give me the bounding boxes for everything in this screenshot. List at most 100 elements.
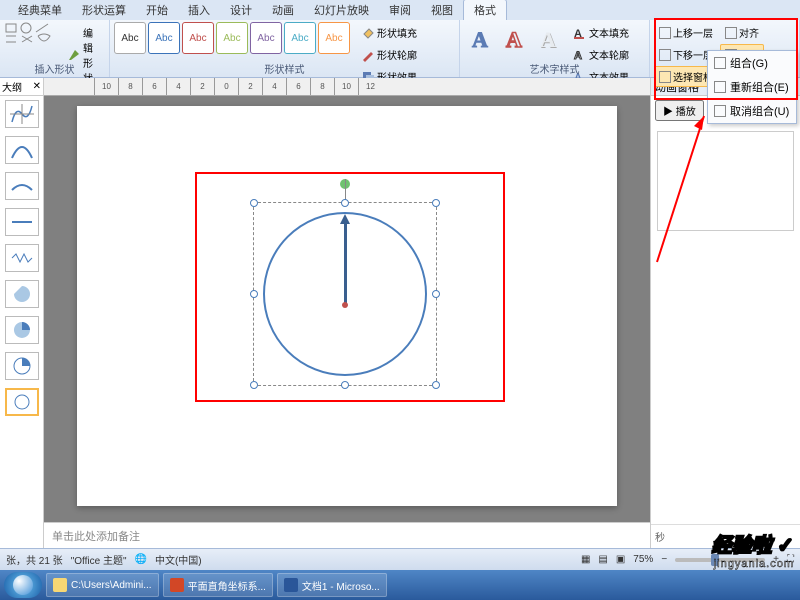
edit-shape-label: 编辑形状 <box>83 25 100 85</box>
menu-group[interactable]: 组合(G) <box>708 51 796 75</box>
shape-style-5[interactable]: Abc <box>250 22 282 54</box>
view-slideshow-icon[interactable]: ▣ <box>616 554 625 565</box>
shape-style-3[interactable]: Abc <box>182 22 214 54</box>
zoom-slider[interactable] <box>675 558 765 562</box>
taskbar-explorer[interactable]: C:\Users\Admini... <box>46 573 159 597</box>
shape-fill-button[interactable]: 形状填充 <box>356 22 422 43</box>
menu-ungroup[interactable]: 取消组合(U) <box>708 99 796 123</box>
tab-view[interactable]: 视图 <box>421 0 463 20</box>
zoom-out-button[interactable]: − <box>661 554 667 565</box>
shape-style-6[interactable]: Abc <box>284 22 316 54</box>
status-theme: "Office 主题" <box>71 552 127 567</box>
anim-mini-slide <box>657 131 794 231</box>
slide-thumb-3[interactable] <box>5 172 39 200</box>
ribbon-tabs: 经典菜单 形状运算 开始 插入 设计 动画 幻灯片放映 审阅 视图 格式 <box>0 0 800 20</box>
arrow-base-dot <box>342 302 348 308</box>
animation-pane: 动画窗格 ✕ ▶ 播放 秒 <box>650 78 800 548</box>
play-label: 播放 <box>676 107 696 118</box>
taskbar-path: C:\Users\Admini... <box>71 580 152 591</box>
shape-style-4[interactable]: Abc <box>216 22 248 54</box>
send-backward-icon <box>659 49 671 61</box>
view-sorter-icon[interactable]: ▤ <box>598 554 607 565</box>
group-dropdown-menu: 组合(G) 重新组合(E) 取消组合(U) <box>707 50 797 124</box>
anim-thumb-area <box>651 125 800 524</box>
align-label: 对齐 <box>739 25 759 40</box>
handle-ne[interactable] <box>432 199 440 207</box>
slide-thumb-7[interactable] <box>5 316 39 344</box>
handle-w[interactable] <box>250 290 258 298</box>
slide-thumb-4[interactable] <box>5 208 39 236</box>
slide-thumb-9[interactable] <box>5 388 39 416</box>
tab-home[interactable]: 开始 <box>136 0 178 20</box>
text-fill-label: 文本填充 <box>589 25 629 40</box>
tab-classic-menu[interactable]: 经典菜单 <box>8 0 72 20</box>
handle-se[interactable] <box>432 381 440 389</box>
pen-icon <box>361 48 375 62</box>
menu-regroup-label: 重新组合(E) <box>730 79 789 95</box>
tab-format[interactable]: 格式 <box>463 0 507 20</box>
text-fill-button[interactable]: A 文本填充 <box>568 22 634 43</box>
align-button[interactable]: 对齐 <box>720 22 764 43</box>
zoom-knob[interactable] <box>711 554 719 566</box>
shapes-gallery-icon[interactable] <box>4 22 60 46</box>
taskbar-app2: 文档1 - Microso... <box>302 578 380 593</box>
handle-sw[interactable] <box>250 381 258 389</box>
group-wordart-styles-label: 艺术字样式 <box>460 61 649 76</box>
powerpoint-icon <box>170 578 184 592</box>
tab-design[interactable]: 设计 <box>220 0 262 20</box>
handle-n[interactable] <box>341 199 349 207</box>
ungroup-item-icon <box>714 105 726 117</box>
regroup-item-icon <box>714 81 726 93</box>
outline-pane: 大纲 ✕ <box>0 78 44 548</box>
text-outline-icon: A <box>573 48 587 62</box>
arrow-shape[interactable] <box>344 224 347 306</box>
ribbon: 编辑形状 A 文本框 插入形状 Abc Abc Abc Abc Abc Abc … <box>0 20 800 78</box>
handle-s[interactable] <box>341 381 349 389</box>
taskbar-powerpoint[interactable]: 平面直角坐标系... <box>163 573 273 597</box>
tab-insert[interactable]: 插入 <box>178 0 220 20</box>
shape-outline-label: 形状轮廓 <box>377 47 417 62</box>
wordart-style-1[interactable]: A <box>464 22 496 58</box>
slide-thumb-2[interactable] <box>5 136 39 164</box>
tab-review[interactable]: 审阅 <box>379 0 421 20</box>
fit-button[interactable]: ⛶ <box>787 554 794 565</box>
tab-shape-op[interactable]: 形状运算 <box>72 0 136 20</box>
svg-text:A: A <box>574 50 582 62</box>
windows-orb-icon <box>13 575 33 595</box>
text-fill-icon: A <box>573 26 587 40</box>
folder-icon <box>53 578 67 592</box>
group-item-icon <box>714 57 726 69</box>
handle-e[interactable] <box>432 290 440 298</box>
bring-forward-button[interactable]: 上移一层 <box>654 22 718 43</box>
menu-group-label: 组合(G) <box>730 55 768 71</box>
slide-thumb-5[interactable] <box>5 244 39 272</box>
group-insert-shapes-label: 插入形状 <box>0 61 109 76</box>
notes-area[interactable]: 单击此处添加备注 <box>44 522 650 548</box>
zoom-in-button[interactable]: + <box>773 554 779 565</box>
view-normal-icon[interactable]: ▦ <box>581 554 590 565</box>
tab-animation[interactable]: 动画 <box>262 0 304 20</box>
slide[interactable] <box>77 106 617 506</box>
shape-style-1[interactable]: Abc <box>114 22 146 54</box>
handle-nw[interactable] <box>250 199 258 207</box>
text-outline-label: 文本轮廓 <box>589 47 629 62</box>
wordart-style-2[interactable]: A <box>498 22 530 58</box>
bring-forward-label: 上移一层 <box>673 25 713 40</box>
taskbar-word[interactable]: 文档1 - Microso... <box>277 573 387 597</box>
wordart-style-3[interactable]: A <box>532 22 564 58</box>
anim-seconds-label: 秒 <box>651 524 800 548</box>
menu-ungroup-label: 取消组合(U) <box>730 103 789 119</box>
canvas-inner[interactable] <box>44 96 650 522</box>
start-button[interactable] <box>4 572 42 598</box>
workspace: 大纲 ✕ 108642 02468 1012 <box>0 78 800 548</box>
canvas-area: 108642 02468 1012 <box>44 78 650 548</box>
shape-style-7[interactable]: Abc <box>318 22 350 54</box>
shape-style-2[interactable]: Abc <box>148 22 180 54</box>
slide-thumb-8[interactable] <box>5 352 39 380</box>
play-button[interactable]: ▶ 播放 <box>655 100 704 121</box>
tab-slideshow[interactable]: 幻灯片放映 <box>304 0 379 20</box>
slide-thumb-6[interactable] <box>5 280 39 308</box>
bring-forward-icon <box>659 27 671 39</box>
menu-regroup[interactable]: 重新组合(E) <box>708 75 796 99</box>
notes-placeholder: 单击此处添加备注 <box>52 528 140 544</box>
